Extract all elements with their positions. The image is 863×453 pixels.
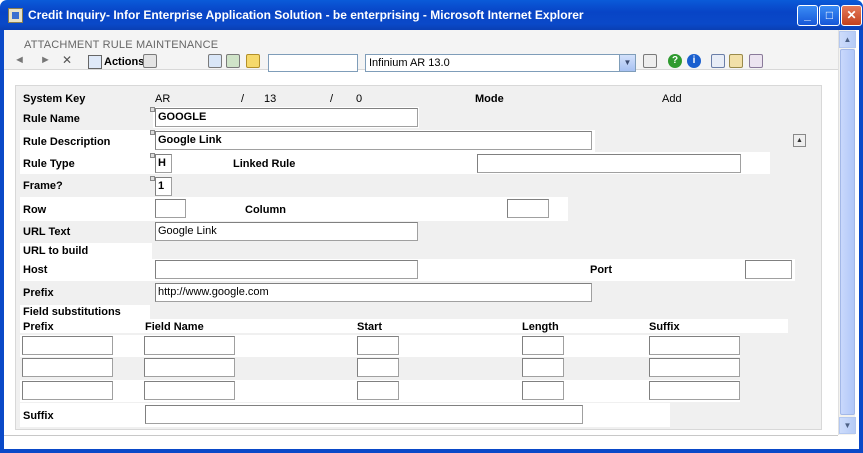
- substitution-start-input[interactable]: [357, 381, 399, 400]
- host-input[interactable]: [155, 260, 418, 279]
- exit-icon[interactable]: [643, 54, 657, 68]
- column-input[interactable]: [507, 199, 549, 218]
- substitution-field-name-input[interactable]: [144, 336, 235, 355]
- linked-rule-input[interactable]: [477, 154, 741, 173]
- page-title: ATTACHMENT RULE MAINTENANCE: [24, 39, 219, 51]
- substitution-suffix-input[interactable]: [649, 336, 740, 355]
- column-header-prefix: Prefix: [23, 321, 54, 333]
- help-icon[interactable]: ?: [668, 54, 682, 68]
- close-window-button[interactable]: ✕: [841, 5, 862, 26]
- scrollbar-thumb[interactable]: [840, 49, 855, 415]
- url-to-build-label: URL to build: [23, 245, 89, 257]
- system-key-part1: AR: [155, 93, 171, 105]
- port-label: Port: [590, 264, 612, 276]
- substitution-length-input[interactable]: [522, 358, 564, 377]
- substitution-length-input[interactable]: [522, 336, 564, 355]
- print-icon[interactable]: [143, 54, 157, 68]
- column-header-length: Length: [522, 321, 559, 333]
- actions-icon: [88, 54, 102, 69]
- column-header-field-name: Field Name: [145, 321, 204, 333]
- search-input[interactable]: [268, 54, 358, 72]
- rule-type-label: Rule Type: [23, 158, 75, 170]
- substitution-prefix-input[interactable]: [22, 336, 113, 355]
- mode-value: Add: [662, 93, 682, 105]
- column-label: Column: [245, 204, 286, 216]
- substitution-field-name-input[interactable]: [144, 381, 235, 400]
- mail-icon[interactable]: [226, 54, 240, 68]
- window-border-bottom: [0, 449, 863, 453]
- window-border-right: [859, 30, 863, 453]
- attach-icon[interactable]: [749, 54, 763, 68]
- url-text-input[interactable]: Google Link: [155, 222, 418, 241]
- folder-icon[interactable]: [246, 54, 260, 68]
- url-text-label: URL Text: [23, 226, 71, 238]
- vertical-scrollbar[interactable]: ▲ ▼: [838, 30, 856, 435]
- substitution-start-input[interactable]: [357, 336, 399, 355]
- back-arrow-icon[interactable]: ◄: [14, 54, 25, 66]
- system-key-label: System Key: [23, 93, 86, 105]
- substitution-start-input[interactable]: [357, 358, 399, 377]
- system-key-part2: 13: [264, 93, 277, 105]
- row-input[interactable]: [155, 199, 186, 218]
- window-title: Credit Inquiry- Infor Enterprise Applica…: [28, 8, 584, 22]
- rule-description-input[interactable]: Google Link: [155, 131, 592, 150]
- collapse-up-icon[interactable]: ▲: [793, 134, 806, 147]
- suffix-label: Suffix: [23, 410, 54, 422]
- system-key-separator: /: [241, 93, 245, 105]
- rule-description-label: Rule Description: [23, 136, 111, 148]
- substitution-suffix-input[interactable]: [649, 358, 740, 377]
- environment-select[interactable]: Infinium AR 13.0 ▼: [365, 54, 636, 72]
- status-divider: [4, 435, 838, 436]
- frame-input[interactable]: 1: [155, 177, 172, 196]
- ie-page-icon: [8, 8, 23, 23]
- system-key-separator: /: [330, 93, 334, 105]
- rule-name-input[interactable]: GOOGLE: [155, 108, 418, 127]
- port-input[interactable]: [745, 260, 792, 279]
- column-header-start: Start: [357, 321, 383, 333]
- forward-arrow-icon[interactable]: ►: [40, 54, 51, 66]
- system-key-part3: 0: [356, 93, 363, 105]
- field-substitutions-label: Field substitutions: [23, 306, 121, 318]
- host-label: Host: [23, 264, 48, 276]
- row-label: Row: [23, 204, 47, 216]
- rule-name-label: Rule Name: [23, 113, 80, 125]
- chevron-down-icon[interactable]: ▼: [619, 55, 635, 71]
- substitution-suffix-input[interactable]: [649, 381, 740, 400]
- column-header-suffix: Suffix: [649, 321, 680, 333]
- highlight-icon[interactable]: [729, 54, 743, 68]
- suffix-input[interactable]: [145, 405, 583, 424]
- substitution-length-input[interactable]: [522, 381, 564, 400]
- frame-label: Frame?: [23, 180, 63, 192]
- environment-value: Infinium AR 13.0: [369, 57, 450, 69]
- minimize-button[interactable]: _: [797, 5, 818, 26]
- prefix-input[interactable]: http://www.google.com: [155, 283, 592, 302]
- info-icon[interactable]: i: [687, 54, 701, 68]
- rule-type-input[interactable]: H: [155, 154, 172, 173]
- substitution-prefix-input[interactable]: [22, 381, 113, 400]
- maximize-button[interactable]: □: [819, 5, 840, 26]
- spellcheck-icon[interactable]: [711, 54, 725, 68]
- copy-icon[interactable]: [208, 54, 222, 68]
- substitution-field-name-input[interactable]: [144, 358, 235, 377]
- actions-label: Actions: [104, 55, 145, 68]
- scroll-up-icon[interactable]: ▲: [839, 31, 856, 48]
- linked-rule-label: Linked Rule: [233, 158, 296, 170]
- close-icon[interactable]: ✕: [62, 53, 72, 67]
- mode-label: Mode: [475, 93, 504, 105]
- prefix-label: Prefix: [23, 287, 54, 299]
- row-background: [20, 197, 568, 221]
- window-titlebar: Credit Inquiry- Infor Enterprise Applica…: [0, 0, 863, 30]
- scroll-down-icon[interactable]: ▼: [839, 417, 856, 434]
- actions-button[interactable]: Actions: [88, 53, 144, 70]
- substitution-prefix-input[interactable]: [22, 358, 113, 377]
